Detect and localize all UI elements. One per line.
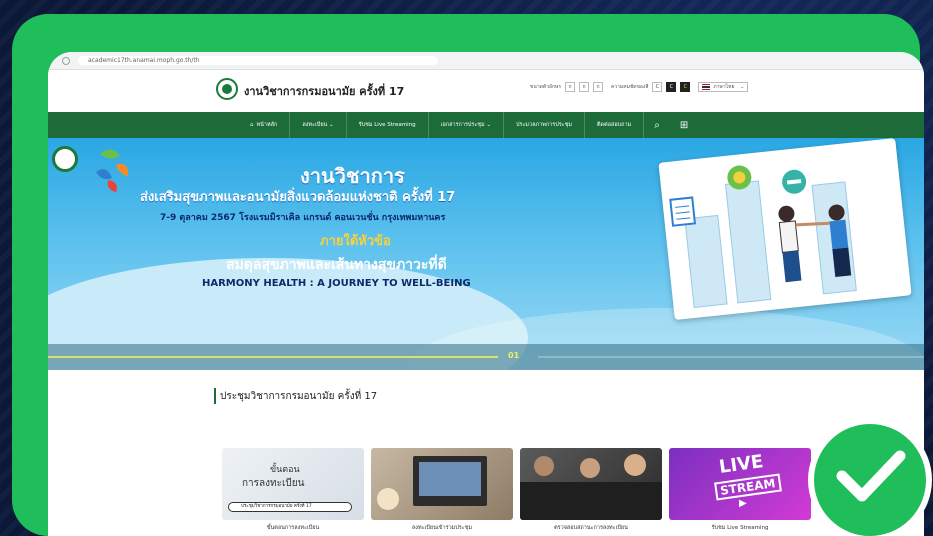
text-size-small-button[interactable]: ก [564,82,575,92]
hero-logo [52,146,78,172]
contrast-yellow-button[interactable]: C [680,82,691,92]
nav-register[interactable]: ลงทะเบียน ⌄ [290,112,347,138]
coffee-cup-icon [377,488,399,510]
leaf-decoration-icon [96,149,129,192]
browser-window: academic17th.anamai.moph.go.th/th งานวิช… [48,52,924,536]
slider-pagination[interactable]: 01 [48,344,924,370]
hero-date-venue: 7-9 ตุลาคม 2567 โรงแรมมิราเคิล แกรนด์ คอ… [160,213,446,223]
checklist-icon [669,196,697,227]
card-mini-banner: ประชุมวิชาการกรมอนามัย ครั้งที่ 17 [228,502,352,512]
reload-icon[interactable] [62,56,70,65]
language-select[interactable]: ภาษาไทย ⌄ [698,82,749,92]
accessibility-bar: ขนาดตัวอักษร ก ก ก ความคมชัดของสี C C C … [530,82,749,92]
people-high-five-illustration [778,204,852,283]
section-heading: ประชุมวิชาการกรมอนามัย ครั้งที่ 17 [214,388,377,404]
quick-links: ขั้นตอน การลงทะเบียน ประชุมวิชาการกรมอนา… [222,448,811,531]
nav-contact[interactable]: ติดต่อสอบถาม [585,112,645,138]
hero-banner[interactable]: งานวิชาการ ส่งเสริมสุขภาพและอนามัยสิ่งแว… [48,138,924,370]
card-caption[interactable]: ลงทะเบียนเข้าร่วมประชุม [371,524,513,532]
thai-flag-icon [702,84,711,90]
text-size-large-button[interactable]: ก [592,82,603,92]
checkmark-badge [808,418,932,536]
text-size-medium-button[interactable]: ก [578,82,589,92]
slider-progress-left [48,356,498,358]
play-icon: ▶ [739,498,747,509]
hero-subtitle: ส่งเสริมสุขภาพและอนามัยสิ่งแวดล้อมแห่งชา… [140,190,456,205]
language-value: ภาษาไทย [713,84,735,90]
contrast-dark-button[interactable]: C [666,82,677,92]
url-field[interactable]: academic17th.anamai.moph.go.th/th [78,56,438,65]
nav-documents[interactable]: เอกสารการประชุม ⌄ [429,112,505,138]
nav-gallery[interactable]: ประมวลภาพการประชุม [504,112,585,138]
search-icon[interactable]: ⌕ [644,120,670,131]
nav-home-label: หน้าหลัก [256,122,278,128]
food-icon [727,165,752,190]
card-caption[interactable]: ขั้นตอนการลงทะเบียน [222,524,364,532]
card-caption[interactable]: รับชม Live Streaming [669,524,811,532]
hero-under-label: ภายใต้หัวข้อ [320,234,391,249]
hero-theme-english: HARMONY HEALTH : A JOURNEY TO WELL-BEING [202,278,471,289]
sitemap-icon[interactable]: ⊞ [670,120,698,131]
dumbbell-icon [782,169,807,194]
text-size-label: ขนาดตัวอักษร [530,84,561,90]
contrast-label: ความคมชัดของสี [610,84,649,90]
card-caption[interactable]: ตรวจสอบสถานะการลงทะเบียน [520,524,662,532]
hero-theme-thai: สมดุลสุขภาพและเส้นทางสุขภาวะที่ดี [226,257,447,273]
card-live-streaming[interactable]: LIVE STREAM ▶ รับชม Live Streaming [669,448,811,531]
card-image[interactable]: ขั้นตอน การลงทะเบียน ประชุมวิชาการกรมอนา… [222,448,364,520]
card-check-status[interactable]: ตรวจสอบสถานะการลงทะเบียน [520,448,662,531]
live-label: LIVE [717,451,765,478]
contrast-normal-button[interactable]: C [652,82,663,92]
chevron-down-icon: ⌄ [740,84,745,90]
department-logo[interactable] [216,78,238,100]
person-illustration [580,458,600,478]
site-header: งานวิชาการกรมอนามัย ครั้งที่ 17 ขนาดตัวอ… [48,70,924,112]
card-image[interactable] [520,448,662,520]
building-illustration [684,214,728,308]
site-title[interactable]: งานวิชาการกรมอนามัย ครั้งที่ 17 [244,82,404,100]
person-illustration [624,454,646,476]
browser-url-bar[interactable]: academic17th.anamai.moph.go.th/th [48,52,924,70]
nav-home[interactable]: ⌂ หน้าหลัก [238,112,291,138]
table-illustration [520,482,662,520]
checkmark-icon [836,450,906,502]
main-nav: ⌂ หน้าหลัก ลงทะเบียน ⌄ รับชม Live Stream… [48,112,924,138]
slider-progress-right [538,356,924,358]
section-title: ประชุมวิชาการกรมอนามัย ครั้งที่ 17 [220,390,378,402]
laptop-illustration [413,456,487,506]
card-registration-steps[interactable]: ขั้นตอน การลงทะเบียน ประชุมวิชาการกรมอนา… [222,448,364,531]
card-line-2: การลงทะเบียน [242,478,305,489]
card-image[interactable] [371,448,513,520]
home-icon: ⌂ [250,122,254,128]
card-line-1: ขั้นตอน [270,465,300,475]
stream-label: STREAM [714,473,782,501]
nav-live-streaming[interactable]: รับชม Live Streaming [347,112,429,138]
hero-illustration [658,138,912,321]
person-illustration [534,456,554,476]
card-register[interactable]: ลงทะเบียนเข้าร่วมประชุม [371,448,513,531]
screenshot-frame: academic17th.anamai.moph.go.th/th งานวิช… [12,14,924,536]
card-image[interactable]: LIVE STREAM ▶ [669,448,811,520]
slide-number: 01 [508,351,520,360]
section-heading-bar [214,388,216,404]
